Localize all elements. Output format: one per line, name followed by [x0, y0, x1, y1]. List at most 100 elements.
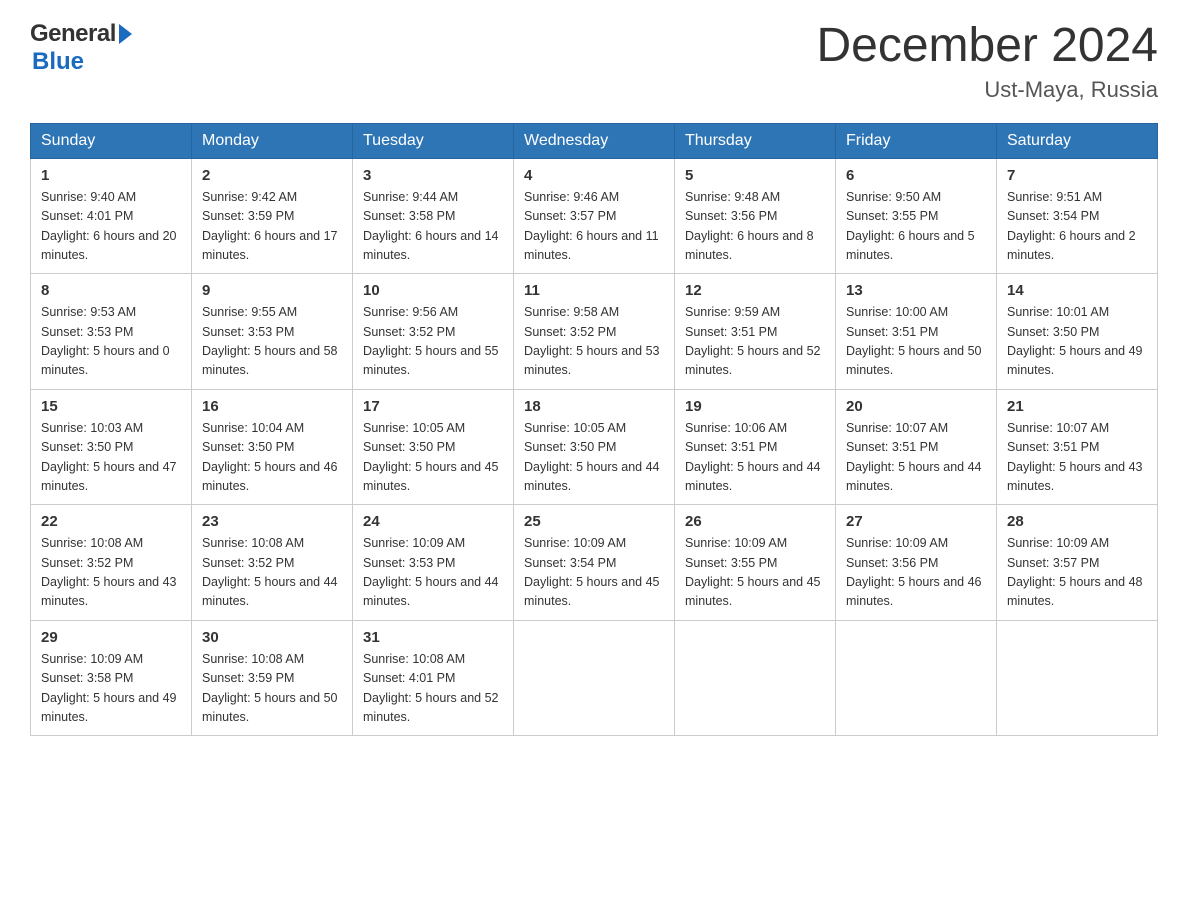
calendar-week-row: 8 Sunrise: 9:53 AM Sunset: 3:53 PM Dayli… — [31, 274, 1158, 390]
day-info: Sunrise: 9:46 AM Sunset: 3:57 PM Dayligh… — [524, 188, 664, 266]
day-number: 3 — [363, 167, 503, 184]
day-info: Sunrise: 10:05 AM Sunset: 3:50 PM Daylig… — [524, 419, 664, 497]
calendar-cell: 7 Sunrise: 9:51 AM Sunset: 3:54 PM Dayli… — [997, 158, 1158, 274]
calendar-title: December 2024 — [816, 20, 1158, 73]
day-number: 26 — [685, 513, 825, 530]
day-number: 21 — [1007, 398, 1147, 415]
day-number: 1 — [41, 167, 181, 184]
logo-flag — [119, 24, 132, 44]
calendar-cell: 9 Sunrise: 9:55 AM Sunset: 3:53 PM Dayli… — [192, 274, 353, 390]
calendar-week-row: 22 Sunrise: 10:08 AM Sunset: 3:52 PM Day… — [31, 505, 1158, 621]
calendar-cell: 14 Sunrise: 10:01 AM Sunset: 3:50 PM Day… — [997, 274, 1158, 390]
day-header-saturday: Saturday — [997, 123, 1158, 158]
calendar-cell: 27 Sunrise: 10:09 AM Sunset: 3:56 PM Day… — [836, 505, 997, 621]
day-number: 30 — [202, 629, 342, 646]
title-block: December 2024 Ust-Maya, Russia — [816, 20, 1158, 103]
day-number: 23 — [202, 513, 342, 530]
logo: General Blue — [30, 20, 132, 76]
calendar-week-row: 29 Sunrise: 10:09 AM Sunset: 3:58 PM Day… — [31, 620, 1158, 736]
day-number: 10 — [363, 282, 503, 299]
logo-blue-text: Blue — [32, 48, 84, 76]
day-number: 4 — [524, 167, 664, 184]
day-number: 13 — [846, 282, 986, 299]
day-info: Sunrise: 9:56 AM Sunset: 3:52 PM Dayligh… — [363, 303, 503, 381]
day-number: 24 — [363, 513, 503, 530]
calendar-cell: 17 Sunrise: 10:05 AM Sunset: 3:50 PM Day… — [353, 389, 514, 505]
day-header-monday: Monday — [192, 123, 353, 158]
day-info: Sunrise: 9:59 AM Sunset: 3:51 PM Dayligh… — [685, 303, 825, 381]
day-number: 14 — [1007, 282, 1147, 299]
page-header: General Blue December 2024 Ust-Maya, Rus… — [30, 20, 1158, 103]
day-info: Sunrise: 10:07 AM Sunset: 3:51 PM Daylig… — [1007, 419, 1147, 497]
day-number: 12 — [685, 282, 825, 299]
day-header-wednesday: Wednesday — [514, 123, 675, 158]
day-info: Sunrise: 9:48 AM Sunset: 3:56 PM Dayligh… — [685, 188, 825, 266]
logo-line1: General — [30, 20, 132, 48]
calendar-cell: 4 Sunrise: 9:46 AM Sunset: 3:57 PM Dayli… — [514, 158, 675, 274]
calendar-cell: 12 Sunrise: 9:59 AM Sunset: 3:51 PM Dayl… — [675, 274, 836, 390]
calendar-cell: 21 Sunrise: 10:07 AM Sunset: 3:51 PM Day… — [997, 389, 1158, 505]
calendar-cell: 25 Sunrise: 10:09 AM Sunset: 3:54 PM Day… — [514, 505, 675, 621]
day-number: 9 — [202, 282, 342, 299]
calendar-cell: 5 Sunrise: 9:48 AM Sunset: 3:56 PM Dayli… — [675, 158, 836, 274]
calendar-cell: 1 Sunrise: 9:40 AM Sunset: 4:01 PM Dayli… — [31, 158, 192, 274]
day-header-thursday: Thursday — [675, 123, 836, 158]
calendar-cell: 6 Sunrise: 9:50 AM Sunset: 3:55 PM Dayli… — [836, 158, 997, 274]
day-info: Sunrise: 10:09 AM Sunset: 3:58 PM Daylig… — [41, 650, 181, 728]
calendar-cell: 13 Sunrise: 10:00 AM Sunset: 3:51 PM Day… — [836, 274, 997, 390]
day-number: 17 — [363, 398, 503, 415]
day-info: Sunrise: 9:40 AM Sunset: 4:01 PM Dayligh… — [41, 188, 181, 266]
calendar-cell: 15 Sunrise: 10:03 AM Sunset: 3:50 PM Day… — [31, 389, 192, 505]
calendar-cell: 28 Sunrise: 10:09 AM Sunset: 3:57 PM Day… — [997, 505, 1158, 621]
flag-triangle-icon — [119, 24, 132, 44]
day-info: Sunrise: 9:53 AM Sunset: 3:53 PM Dayligh… — [41, 303, 181, 381]
calendar-table: SundayMondayTuesdayWednesdayThursdayFrid… — [30, 123, 1158, 737]
calendar-cell: 26 Sunrise: 10:09 AM Sunset: 3:55 PM Day… — [675, 505, 836, 621]
day-info: Sunrise: 9:51 AM Sunset: 3:54 PM Dayligh… — [1007, 188, 1147, 266]
day-number: 22 — [41, 513, 181, 530]
day-info: Sunrise: 10:06 AM Sunset: 3:51 PM Daylig… — [685, 419, 825, 497]
calendar-cell: 23 Sunrise: 10:08 AM Sunset: 3:52 PM Day… — [192, 505, 353, 621]
calendar-cell: 20 Sunrise: 10:07 AM Sunset: 3:51 PM Day… — [836, 389, 997, 505]
calendar-cell — [514, 620, 675, 736]
day-info: Sunrise: 9:55 AM Sunset: 3:53 PM Dayligh… — [202, 303, 342, 381]
calendar-cell: 16 Sunrise: 10:04 AM Sunset: 3:50 PM Day… — [192, 389, 353, 505]
day-info: Sunrise: 10:08 AM Sunset: 3:59 PM Daylig… — [202, 650, 342, 728]
day-number: 7 — [1007, 167, 1147, 184]
day-info: Sunrise: 9:42 AM Sunset: 3:59 PM Dayligh… — [202, 188, 342, 266]
calendar-cell: 19 Sunrise: 10:06 AM Sunset: 3:51 PM Day… — [675, 389, 836, 505]
day-number: 27 — [846, 513, 986, 530]
day-number: 11 — [524, 282, 664, 299]
day-info: Sunrise: 10:05 AM Sunset: 3:50 PM Daylig… — [363, 419, 503, 497]
calendar-week-row: 1 Sunrise: 9:40 AM Sunset: 4:01 PM Dayli… — [31, 158, 1158, 274]
day-number: 16 — [202, 398, 342, 415]
day-info: Sunrise: 10:08 AM Sunset: 3:52 PM Daylig… — [202, 534, 342, 612]
day-number: 15 — [41, 398, 181, 415]
day-info: Sunrise: 9:44 AM Sunset: 3:58 PM Dayligh… — [363, 188, 503, 266]
calendar-cell: 3 Sunrise: 9:44 AM Sunset: 3:58 PM Dayli… — [353, 158, 514, 274]
day-info: Sunrise: 9:58 AM Sunset: 3:52 PM Dayligh… — [524, 303, 664, 381]
calendar-cell: 11 Sunrise: 9:58 AM Sunset: 3:52 PM Dayl… — [514, 274, 675, 390]
day-header-sunday: Sunday — [31, 123, 192, 158]
calendar-week-row: 15 Sunrise: 10:03 AM Sunset: 3:50 PM Day… — [31, 389, 1158, 505]
day-info: Sunrise: 10:09 AM Sunset: 3:53 PM Daylig… — [363, 534, 503, 612]
calendar-subtitle: Ust-Maya, Russia — [816, 77, 1158, 103]
calendar-cell: 8 Sunrise: 9:53 AM Sunset: 3:53 PM Dayli… — [31, 274, 192, 390]
calendar-cell — [997, 620, 1158, 736]
calendar-cell: 22 Sunrise: 10:08 AM Sunset: 3:52 PM Day… — [31, 505, 192, 621]
day-number: 29 — [41, 629, 181, 646]
calendar-cell — [836, 620, 997, 736]
day-info: Sunrise: 10:04 AM Sunset: 3:50 PM Daylig… — [202, 419, 342, 497]
day-info: Sunrise: 10:09 AM Sunset: 3:57 PM Daylig… — [1007, 534, 1147, 612]
day-number: 19 — [685, 398, 825, 415]
day-number: 6 — [846, 167, 986, 184]
day-info: Sunrise: 10:09 AM Sunset: 3:56 PM Daylig… — [846, 534, 986, 612]
day-info: Sunrise: 10:01 AM Sunset: 3:50 PM Daylig… — [1007, 303, 1147, 381]
day-info: Sunrise: 9:50 AM Sunset: 3:55 PM Dayligh… — [846, 188, 986, 266]
day-number: 5 — [685, 167, 825, 184]
calendar-cell: 10 Sunrise: 9:56 AM Sunset: 3:52 PM Dayl… — [353, 274, 514, 390]
calendar-cell: 31 Sunrise: 10:08 AM Sunset: 4:01 PM Day… — [353, 620, 514, 736]
calendar-cell: 29 Sunrise: 10:09 AM Sunset: 3:58 PM Day… — [31, 620, 192, 736]
calendar-cell — [675, 620, 836, 736]
day-info: Sunrise: 10:08 AM Sunset: 3:52 PM Daylig… — [41, 534, 181, 612]
